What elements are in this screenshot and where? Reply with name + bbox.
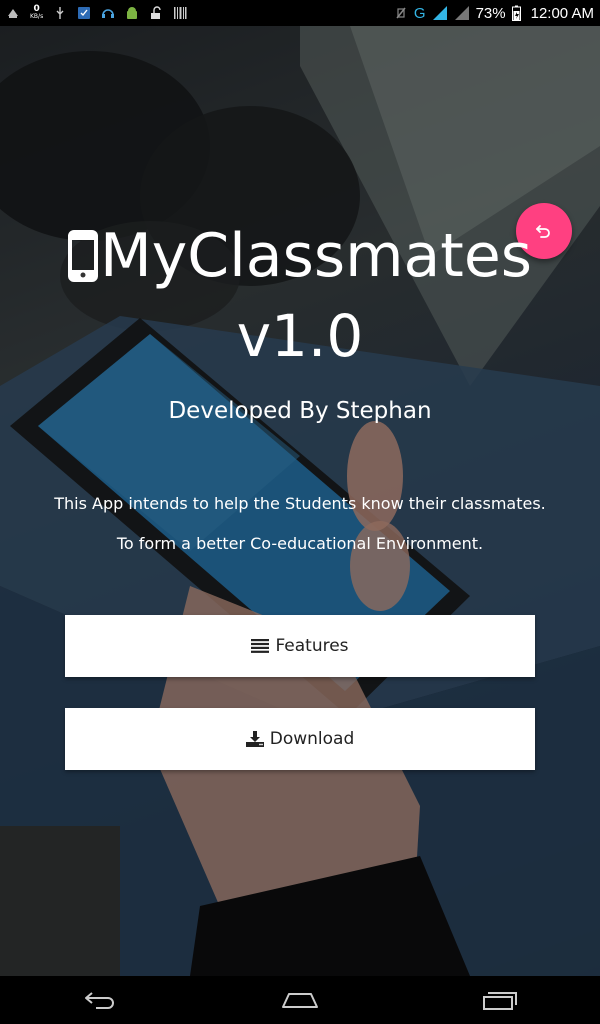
nav-recents-button[interactable] <box>460 980 540 1020</box>
features-button[interactable]: Features <box>65 615 535 677</box>
main-content: MyClassmates v1.0 Developed By Stephan T… <box>0 26 600 976</box>
nav-back-button[interactable] <box>60 980 140 1020</box>
signal-strength-2-icon <box>454 6 469 20</box>
nav-home-button[interactable] <box>260 980 340 1020</box>
app-version: v1.0 <box>236 302 364 370</box>
features-button-label: Features <box>275 636 349 656</box>
description-line1: This App intends to help the Students kn… <box>54 494 546 513</box>
android-icon <box>127 7 138 19</box>
developer-credit: Developed By Stephan <box>168 398 432 424</box>
headset-icon <box>102 9 115 18</box>
battery-percent: 73% <box>475 4 506 22</box>
navigation-bar <box>0 976 600 1024</box>
recent-apps-icon <box>483 992 517 1010</box>
status-bar-left: 0 KB/s <box>6 5 394 21</box>
app-screen: 0 KB/s G 73% 12:00 AM MyClassmates v1.0 … <box>0 0 600 1024</box>
barcode-icon <box>174 7 187 19</box>
download-button-label: Download <box>269 729 355 749</box>
app-notification-icon <box>78 7 91 19</box>
app-title-line1: MyClassmates <box>0 216 600 296</box>
download-button[interactable]: Download <box>65 708 535 770</box>
description-line2: To form a better Co-educational Environm… <box>116 534 484 553</box>
signal-strength-icon <box>432 6 447 20</box>
mobile-phone-icon <box>67 230 98 282</box>
app-name: MyClassmates <box>99 221 533 291</box>
list-icon <box>251 639 270 653</box>
net-speed: 0 KB/s <box>30 5 43 21</box>
download-icon <box>245 731 264 747</box>
home-icon <box>282 993 318 1008</box>
net-speed-unit: KB/s <box>30 13 44 20</box>
back-arrow-icon <box>85 992 114 1009</box>
network-type: G <box>413 4 426 22</box>
app-title: MyClassmates v1.0 <box>0 216 600 376</box>
status-bar: 0 KB/s G 73% 12:00 AM <box>0 0 600 26</box>
sync-icon <box>8 9 18 18</box>
battery-charging-icon <box>511 5 521 21</box>
vibrate-icon <box>396 7 406 19</box>
status-bar-right: G 73% 12:00 AM <box>394 5 594 22</box>
clock: 12:00 AM <box>530 4 594 22</box>
net-speed-value: 0 <box>33 4 40 14</box>
unlock-icon <box>151 6 161 19</box>
usb-icon <box>56 7 64 19</box>
